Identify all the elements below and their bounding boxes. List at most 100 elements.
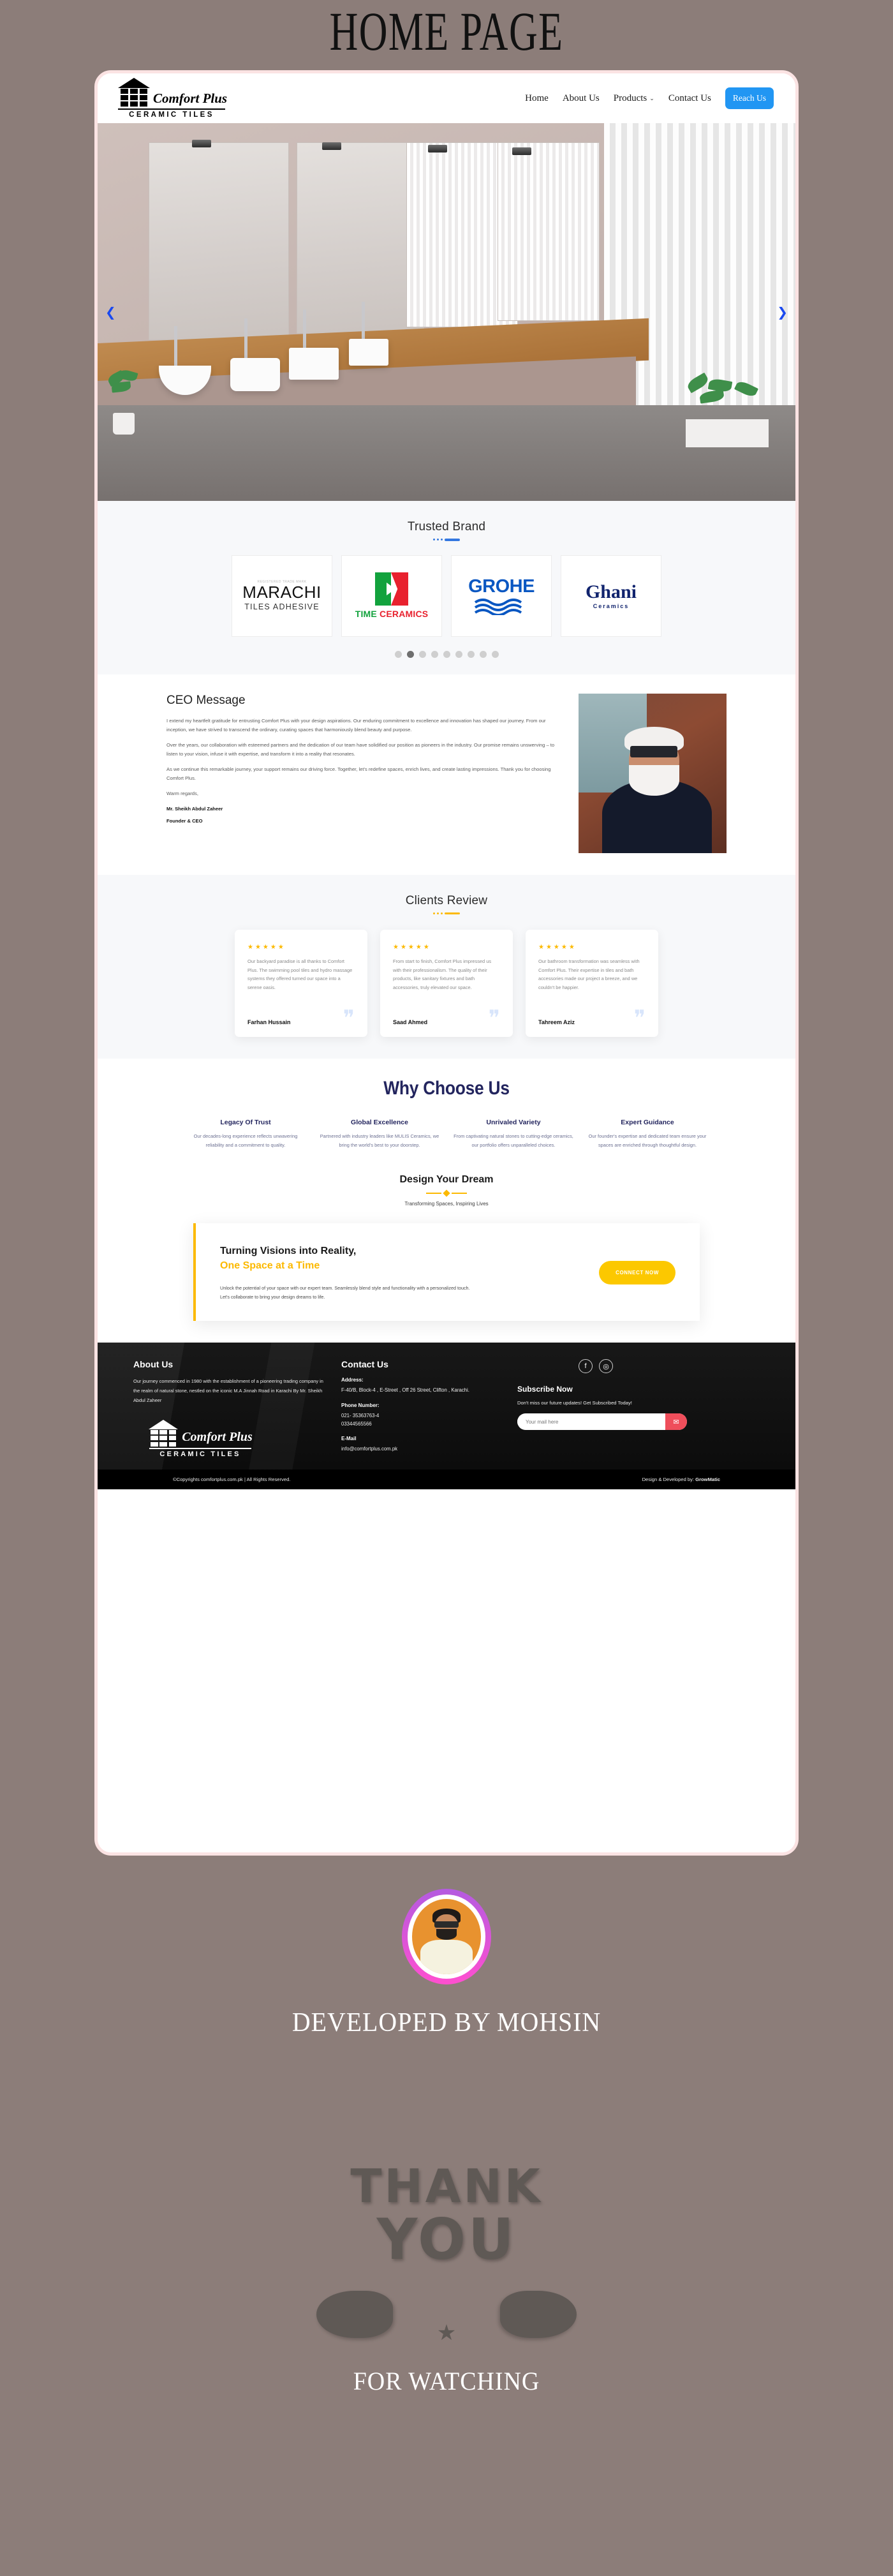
section-divider-icon	[98, 539, 795, 541]
cta-card: Turning Visions into Reality, One Space …	[193, 1223, 700, 1322]
reviewer-name: Saad Ahmed	[393, 1019, 428, 1025]
why-column-title: Global Excellence	[351, 1119, 408, 1126]
quote-icon: ❞	[633, 1006, 646, 1031]
star-rating-icon: ★★★★★	[247, 944, 286, 951]
footer-subscribe-column: f ◎ Subscribe Now Don't miss our future …	[517, 1359, 760, 1457]
footer-email-value[interactable]: info@comfortplus.com.pk	[341, 1445, 501, 1453]
carousel-dot[interactable]	[431, 650, 438, 658]
why-column-title: Unrivaled Variety	[486, 1119, 541, 1126]
ceo-paragraph-1: I extend my heartfelt gratitude for entr…	[166, 717, 546, 733]
carousel-dot-active[interactable]	[406, 650, 414, 658]
brand-card-marachi[interactable]: REGISTERED TRADE MARK MARACHI TILES ADHE…	[232, 555, 332, 637]
connect-now-button[interactable]: CONNECT NOW	[599, 1261, 675, 1285]
footer-phone-2[interactable]: 03344565566	[341, 1420, 501, 1428]
review-text: Our backyard paradise is all thanks to C…	[247, 958, 353, 991]
review-text: Our bathroom transformation was seamless…	[538, 958, 640, 991]
carousel-dot[interactable]	[394, 650, 402, 658]
trusted-brands-section: Trusted Brand REGISTERED TRADE MARK MARA…	[98, 501, 795, 674]
grohe-wordmark: GROHE	[468, 576, 535, 597]
carousel-dot[interactable]	[418, 650, 426, 658]
carousel-dot[interactable]	[455, 650, 462, 658]
why-column-title: Expert Guidance	[621, 1119, 674, 1126]
subscribe-heading: Subscribe Now	[517, 1385, 573, 1394]
ceramics-word: CERAMICS	[380, 609, 429, 619]
footer-contact-column: Contact Us Address: F-40/B, Block-4 , E-…	[341, 1359, 501, 1457]
footer-house-tiles-logo-icon	[148, 1419, 179, 1447]
site-footer: About Us Our journey commenced in 1980 w…	[98, 1343, 795, 1489]
thank-you-line-2: YOU	[376, 2207, 517, 2272]
facebook-icon[interactable]: f	[579, 1359, 593, 1374]
hero-bathroom-image	[98, 123, 795, 501]
reviews-heading-block: Clients Review	[98, 894, 795, 914]
why-choose-us-columns: Legacy Of Trust Our decades-long experie…	[98, 1119, 795, 1150]
cta-headline-line1: Turning Visions into Reality,	[220, 1246, 357, 1257]
carousel-dot[interactable]	[467, 650, 475, 658]
subscribe-form: ✉	[517, 1413, 687, 1431]
section-divider-icon	[98, 912, 795, 914]
nav-label: About Us	[562, 93, 600, 103]
carousel-dot[interactable]	[479, 650, 487, 658]
ceo-message-text-block: CEO Message I extend my heartfelt gratit…	[166, 694, 557, 829]
time-word: TIME	[355, 609, 377, 619]
marachi-sub-text: TILES ADHESIVE	[244, 602, 320, 611]
credit-name: GrowMatic	[695, 1476, 720, 1482]
dream-subtitle: Transforming Spaces, Inspiring Lives	[404, 1201, 489, 1207]
developer-credit-block: DEVELOPED BY MOHSIN	[0, 1889, 893, 2038]
plant-left	[104, 368, 145, 435]
section-title: Trusted Brand	[407, 520, 486, 533]
review-card: ★★★★★ Our backyard paradise is all thank…	[235, 930, 367, 1037]
ceo-role: Founder & CEO	[166, 817, 203, 824]
nav-item-home[interactable]: Home	[525, 93, 549, 104]
reach-us-button[interactable]: Reach Us	[725, 87, 774, 109]
footer-about-text: Our journey commenced in 1980 with the e…	[133, 1378, 323, 1403]
avatar	[412, 1899, 481, 1974]
nav-label: Products	[613, 93, 647, 103]
credit-text: Design & Developed by: GrowMatic	[642, 1477, 720, 1482]
dream-divider-icon	[98, 1189, 795, 1197]
for-watching-caption: FOR WATCHING	[353, 2367, 540, 2395]
review-card: ★★★★★ Our bathroom transformation was se…	[526, 930, 658, 1037]
why-column-text: From captivating natural stones to cutti…	[454, 1133, 573, 1149]
footer-logo: Comfort Plus CERAMIC TILES	[133, 1419, 267, 1458]
ceo-name: Mr. Sheikh Abdul Zaheer	[166, 805, 223, 812]
nav-item-contact-us[interactable]: Contact Us	[668, 93, 711, 104]
brand-card-time-ceramics[interactable]: TIME CERAMICS	[341, 555, 442, 637]
why-column-expert-guidance: Expert Guidance Our founder's expertise …	[586, 1119, 709, 1150]
footer-address-label: Address:	[341, 1377, 364, 1383]
carousel-next-arrow[interactable]: ❯	[772, 302, 793, 322]
why-column-title: Legacy Of Trust	[220, 1119, 271, 1126]
clients-review-section: Clients Review ★★★★★ Our backyard paradi…	[98, 874, 795, 1059]
cta-description: Unlock the potential of your space with …	[220, 1284, 470, 1300]
why-column-global-excellence: Global Excellence Partnered with industr…	[318, 1119, 441, 1150]
design-your-dream-section: Design Your Dream Transforming Spaces, I…	[98, 1166, 795, 1343]
credit-prefix: Design & Developed by:	[642, 1476, 696, 1482]
nav-item-about-us[interactable]: About Us	[563, 93, 600, 104]
site-header: Comfort Plus CERAMIC TILES Home About Us…	[98, 73, 795, 123]
brand-card-ghani[interactable]: Ghani Ceramics	[561, 555, 661, 637]
carousel-dot[interactable]	[443, 650, 450, 658]
ceo-paragraph-3: As we continue this remarkable journey, …	[166, 766, 551, 781]
subscribe-email-input[interactable]	[517, 1418, 665, 1425]
cta-headline-line2: One Space at a Time	[220, 1260, 320, 1272]
footer-contact-heading: Contact Us	[341, 1359, 388, 1370]
footer-about-column: About Us Our journey commenced in 1980 w…	[133, 1359, 325, 1457]
brand-card-grohe[interactable]: GROHE	[451, 555, 552, 637]
star-rating-icon: ★★★★★	[393, 944, 431, 951]
carousel-dot[interactable]	[491, 650, 499, 658]
thank-you-balloon-art: THANK YOU	[313, 2163, 580, 2355]
carousel-prev-arrow[interactable]: ❮	[100, 302, 121, 322]
site-logo[interactable]: Comfort Plus CERAMIC TILES	[118, 78, 246, 119]
thank-you-line-1: THANK	[350, 2159, 543, 2213]
footer-email-label: E-Mail	[341, 1436, 357, 1442]
subscribe-submit-button[interactable]: ✉	[665, 1413, 687, 1431]
footer-phone-label: Phone Number:	[341, 1402, 380, 1408]
trusted-brands-heading-block: Trusted Brand	[98, 520, 795, 541]
nav-label: Contact Us	[668, 93, 711, 103]
why-column-unrivaled-variety: Unrivaled Variety From captivating natur…	[452, 1119, 575, 1150]
nav-item-products[interactable]: Products ⌄	[614, 93, 654, 104]
brand-logo-grid: REGISTERED TRADE MARK MARACHI TILES ADHE…	[98, 555, 795, 637]
footer-phone-1[interactable]: 021- 35363763-4	[341, 1411, 501, 1420]
ceo-regards: Warm regards,	[166, 790, 198, 796]
ceo-section-title: CEO Message	[166, 693, 246, 707]
instagram-icon[interactable]: ◎	[599, 1359, 613, 1374]
